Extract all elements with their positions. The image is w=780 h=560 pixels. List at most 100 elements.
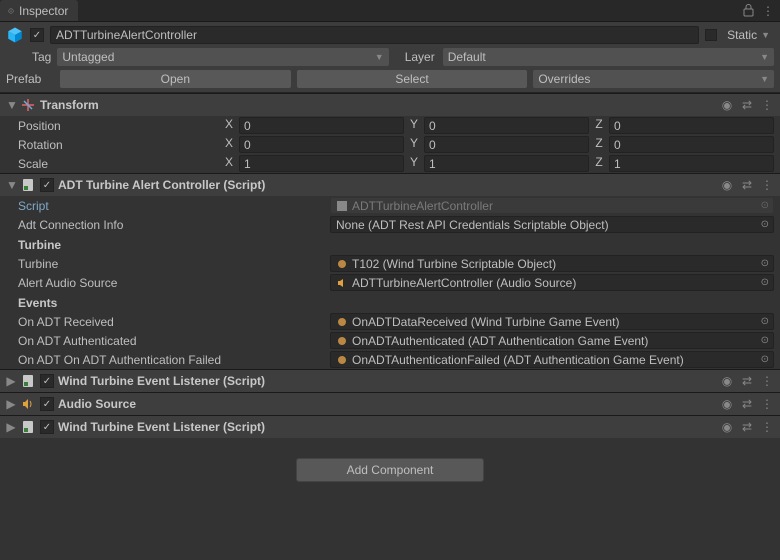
object-picker-icon: ⊙ [761,200,769,211]
z-label[interactable]: Z [593,117,605,134]
x-label[interactable]: X [223,136,235,153]
foldout-arrow-icon[interactable]: ▶ [6,420,16,434]
kebab-icon[interactable]: ⋮ [760,420,774,434]
enable-checkbox[interactable]: ✓ [40,374,54,388]
script-icon [20,373,36,389]
on-adt-authenticated-field[interactable]: OnADTAuthenticated (ADT Authentication G… [330,332,774,349]
on-adt-received-label: On ADT Received [18,315,330,329]
preset-icon[interactable]: ⇄ [740,98,754,112]
kebab-icon[interactable]: ⋮ [762,4,774,18]
object-picker-icon[interactable]: ⊙ [761,354,769,365]
static-checkbox[interactable] [705,29,717,41]
chevron-down-icon: ▼ [375,52,384,62]
position-y-input[interactable] [424,117,589,134]
help-icon[interactable]: ◉ [720,374,734,388]
object-picker-icon[interactable]: ⊙ [761,277,769,288]
foldout-arrow-icon[interactable]: ▶ [6,397,16,411]
help-icon[interactable]: ◉ [720,178,734,192]
turbine-section-label: Turbine [0,234,780,254]
static-label: Static [727,28,757,42]
help-icon[interactable]: ◉ [720,397,734,411]
z-label[interactable]: Z [593,155,605,172]
preset-icon[interactable]: ⇄ [740,420,754,434]
enable-checkbox[interactable]: ✓ [40,397,54,411]
adt-connection-label: Adt Connection Info [18,218,330,232]
scale-z-input[interactable] [609,155,774,172]
add-component-button[interactable]: Add Component [296,458,485,482]
script-icon [20,177,36,193]
wind-turbine-event-listener-component: ▶ ✓ Wind Turbine Event Listener (Script)… [0,369,780,392]
prefab-overrides-dropdown[interactable]: Overrides▼ [533,70,774,88]
gameobject-cube-icon[interactable] [6,26,24,44]
x-label[interactable]: X [223,117,235,134]
gear-icon [336,316,348,328]
object-picker-icon[interactable]: ⊙ [761,335,769,346]
chevron-down-icon: ▼ [760,52,769,62]
layer-dropdown[interactable]: Default▼ [443,48,774,66]
tab-label: Inspector [19,4,68,18]
rotation-y-input[interactable] [424,136,589,153]
kebab-icon[interactable]: ⋮ [760,98,774,112]
gear-icon [336,354,348,366]
prefab-open-button[interactable]: Open [60,70,291,88]
gameobject-name-input[interactable] [50,26,699,44]
preset-icon[interactable]: ⇄ [740,178,754,192]
tag-dropdown[interactable]: Untagged▼ [57,48,388,66]
tag-label: Tag [6,50,51,64]
alert-audio-field[interactable]: ADTTurbineAlertController (Audio Source)… [330,274,774,291]
prefab-select-button[interactable]: Select [297,70,528,88]
prefab-label: Prefab [6,72,54,86]
speaker-icon [20,396,36,412]
scale-y-input[interactable] [424,155,589,172]
active-checkbox[interactable]: ✓ [30,28,44,42]
component-title: Wind Turbine Event Listener (Script) [58,374,716,388]
kebab-icon[interactable]: ⋮ [760,374,774,388]
foldout-arrow-icon[interactable]: ▶ [6,374,16,388]
y-label[interactable]: Y [408,117,420,134]
chevron-down-icon[interactable]: ▼ [761,30,770,40]
help-icon[interactable]: ◉ [720,98,734,112]
rotation-z-input[interactable] [609,136,774,153]
chevron-down-icon: ▼ [760,74,769,84]
z-label[interactable]: Z [593,136,605,153]
component-title: Wind Turbine Event Listener (Script) [58,420,716,434]
inspector-tab[interactable]: Inspector [0,0,78,21]
rotation-label: Rotation [18,138,223,152]
preset-icon[interactable]: ⇄ [740,397,754,411]
speaker-icon [336,277,348,289]
scale-x-input[interactable] [239,155,404,172]
rotation-x-input[interactable] [239,136,404,153]
alert-audio-label: Alert Audio Source [18,276,330,290]
foldout-arrow-icon[interactable]: ▼ [6,98,16,112]
position-x-input[interactable] [239,117,404,134]
enable-checkbox[interactable]: ✓ [40,420,54,434]
kebab-icon[interactable]: ⋮ [760,397,774,411]
script-file-icon [336,200,348,212]
adt-connection-field[interactable]: None (ADT Rest API Credentials Scriptabl… [330,216,774,233]
component-title: Transform [40,98,716,112]
position-z-input[interactable] [609,117,774,134]
enable-checkbox[interactable]: ✓ [40,178,54,192]
turbine-field[interactable]: T102 (Wind Turbine Scriptable Object) ⊙ [330,255,774,272]
x-label[interactable]: X [223,155,235,172]
component-title: ADT Turbine Alert Controller (Script) [58,178,716,192]
kebab-icon[interactable]: ⋮ [760,178,774,192]
object-picker-icon[interactable]: ⊙ [761,316,769,327]
lock-icon[interactable] [743,4,754,17]
y-label[interactable]: Y [408,155,420,172]
object-picker-icon[interactable]: ⊙ [761,219,769,230]
component-title: Audio Source [58,397,716,411]
titlebar: Inspector ⋮ [0,0,780,22]
object-picker-icon[interactable]: ⊙ [761,258,769,269]
on-adt-received-field[interactable]: OnADTDataReceived (Wind Turbine Game Eve… [330,313,774,330]
gear-icon [336,335,348,347]
scale-label: Scale [18,157,223,171]
foldout-arrow-icon[interactable]: ▼ [6,178,16,192]
script-label: Script [18,199,330,213]
preset-icon[interactable]: ⇄ [740,374,754,388]
help-icon[interactable]: ◉ [720,420,734,434]
on-adt-auth-failed-field[interactable]: OnADTAuthenticationFailed (ADT Authentic… [330,351,774,368]
turbine-label: Turbine [18,257,330,271]
wind-turbine-event-listener-component-2: ▶ ✓ Wind Turbine Event Listener (Script)… [0,415,780,438]
y-label[interactable]: Y [408,136,420,153]
